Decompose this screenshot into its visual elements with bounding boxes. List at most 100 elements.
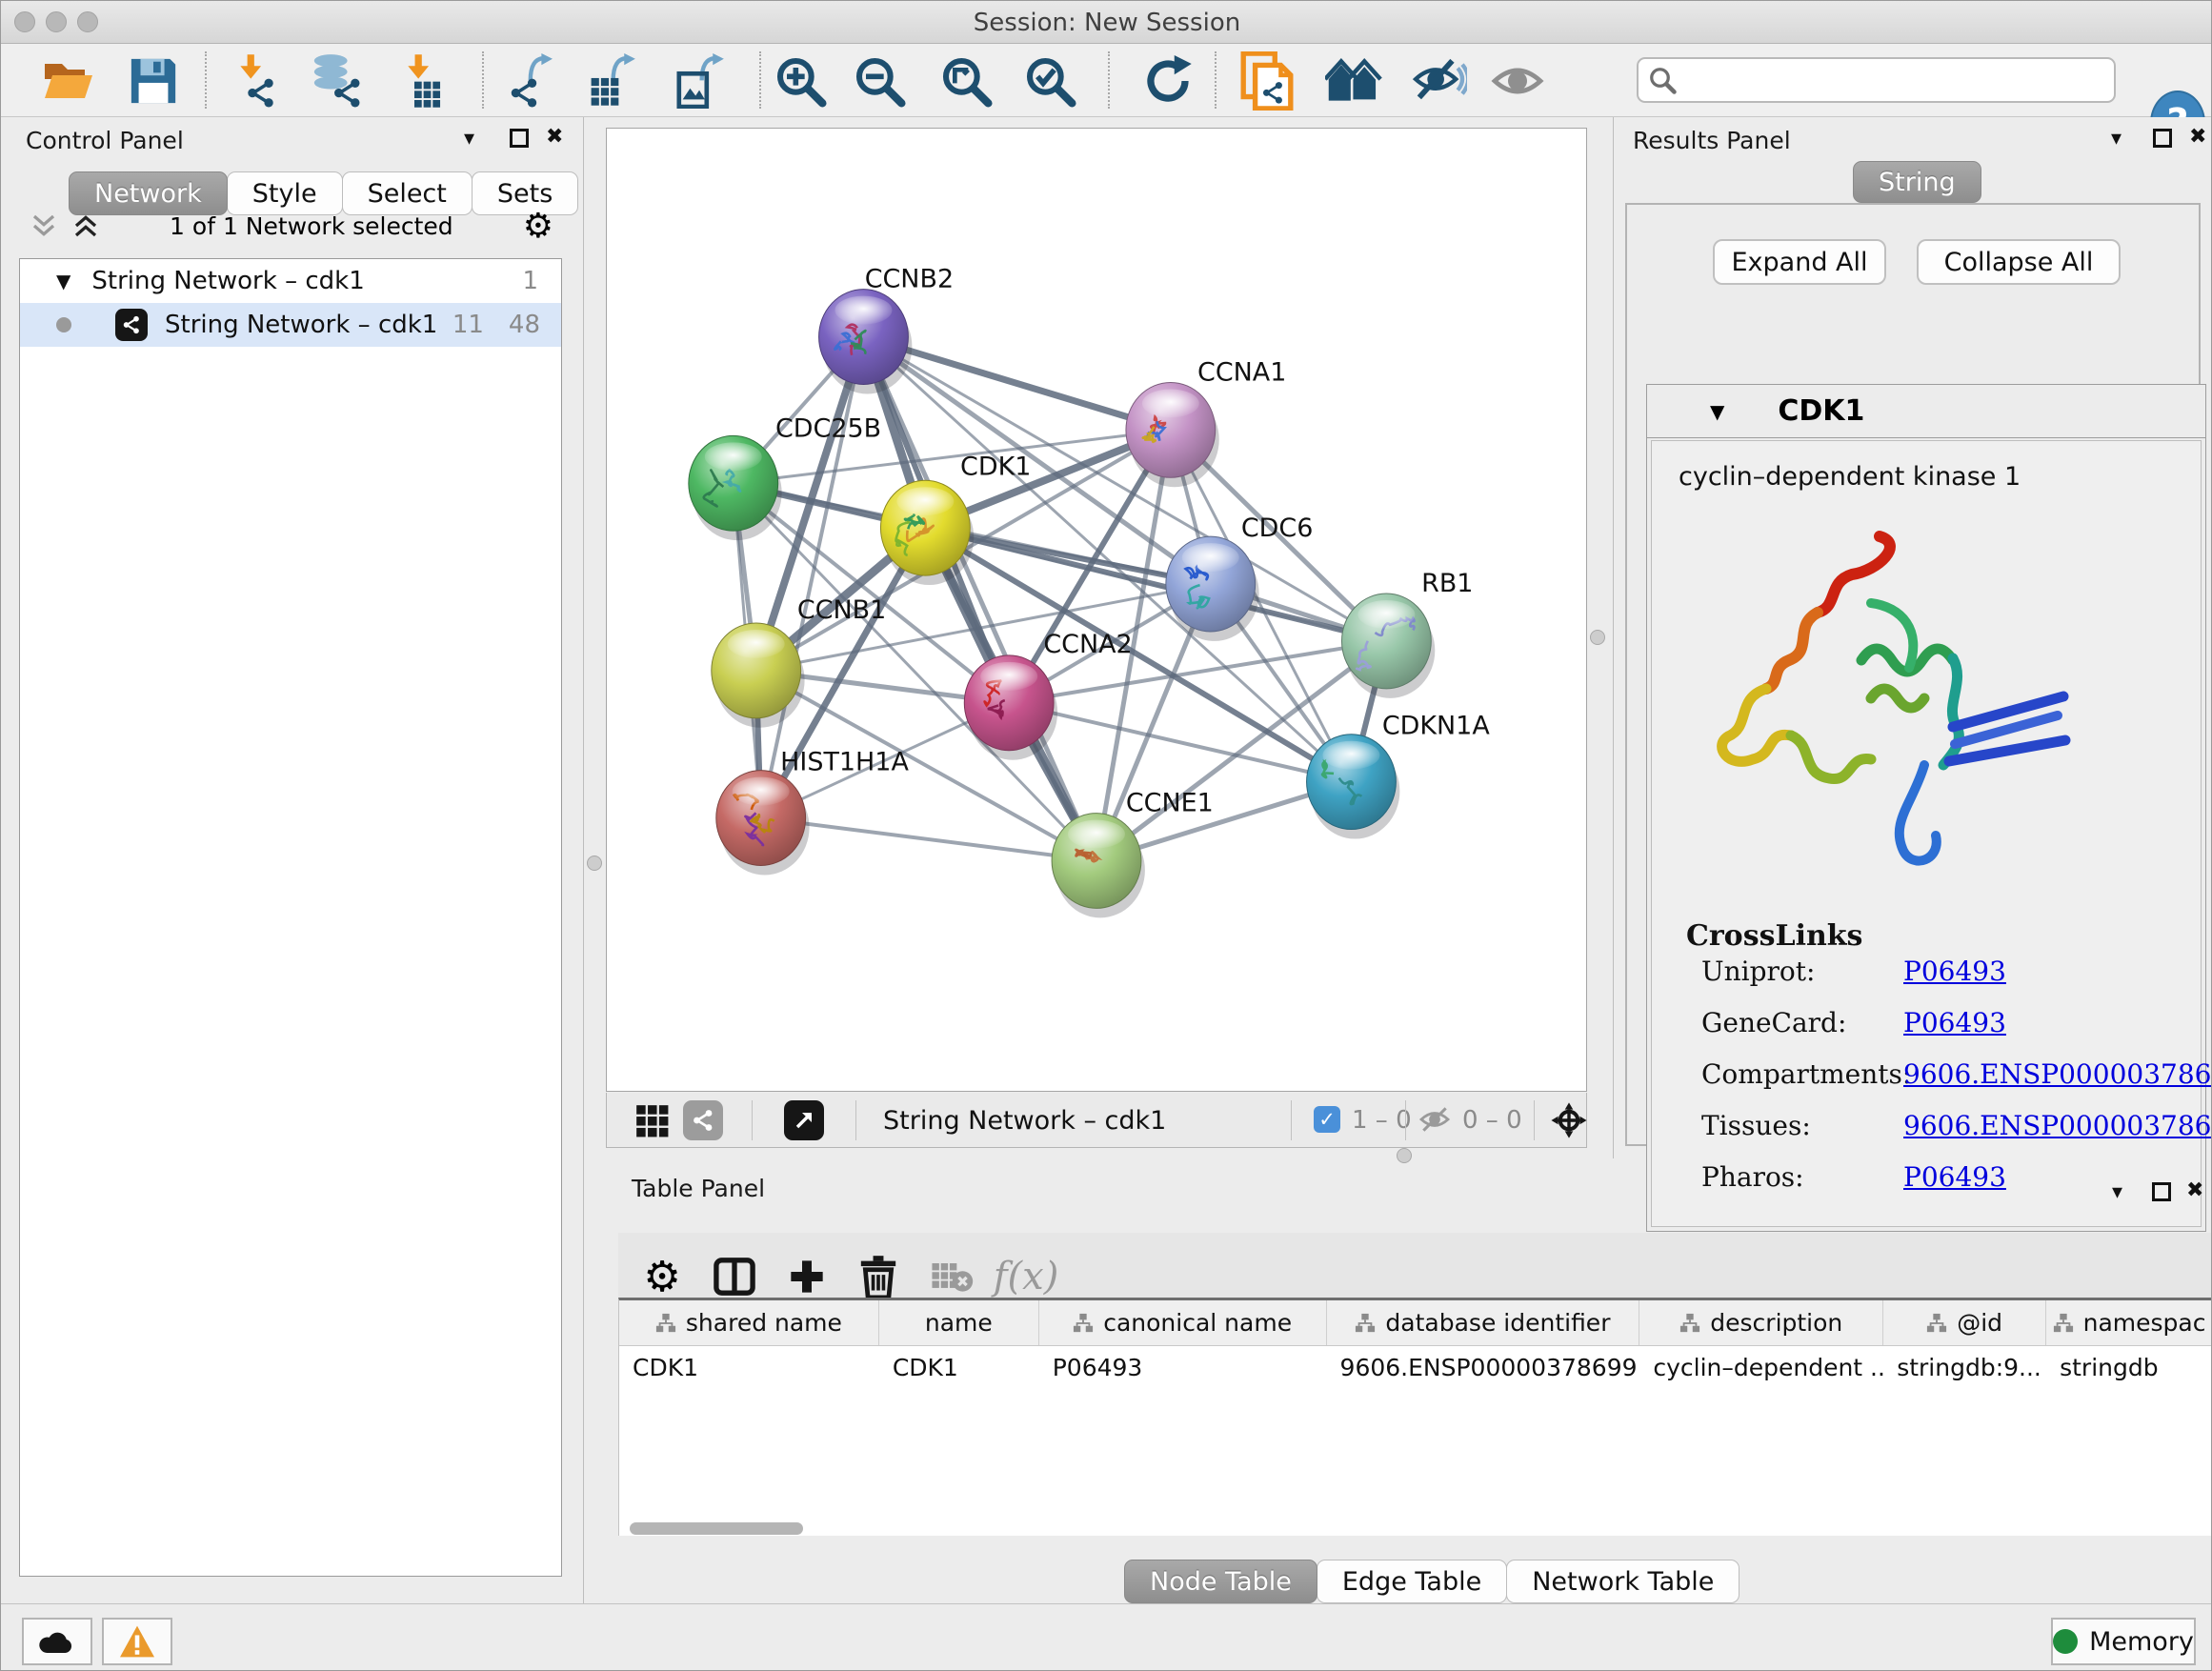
table-cell[interactable]: cyclin–dependent ... <box>1639 1346 1883 1392</box>
network-type-button[interactable] <box>683 1100 723 1140</box>
close-panel-icon[interactable]: ✖ <box>2186 1180 2203 1201</box>
column-header-namespac[interactable]: namespac <box>2046 1300 2212 1345</box>
refresh-icon <box>1142 55 1194 107</box>
selected-checkbox-icon[interactable]: ✓ <box>1314 1106 1340 1133</box>
toolbar-separator <box>855 1100 856 1140</box>
column-header-canonical-name[interactable]: canonical name <box>1039 1300 1327 1345</box>
status-bar: Memory <box>1 1603 2212 1671</box>
float-panel-icon[interactable] <box>510 129 529 148</box>
network-options-gear-icon[interactable]: ⚙ <box>523 207 553 246</box>
zoom-fit-button[interactable] <box>932 51 1000 111</box>
results-tab-string[interactable]: String <box>1853 161 1981 203</box>
panel-menu-icon[interactable]: ▾ <box>2111 129 2122 150</box>
tab-edge-table[interactable]: Edge Table <box>1317 1560 1507 1603</box>
crosslink-value-link[interactable]: 9606.ENSP00000378699 <box>1903 1058 2212 1090</box>
open-session-button[interactable] <box>33 51 102 111</box>
export-image-button[interactable] <box>667 51 735 111</box>
protein-structure-image <box>1684 515 2103 916</box>
toolbar-separator <box>1215 51 1217 109</box>
birds-eye-crosshair-icon[interactable] <box>1550 1101 1588 1139</box>
memory-button[interactable]: Memory <box>2051 1618 2196 1665</box>
table-cell[interactable]: CDK1 <box>619 1346 879 1392</box>
show-grid-button[interactable] <box>633 1102 670 1142</box>
warnings-button[interactable] <box>102 1618 172 1665</box>
create-column-button[interactable] <box>776 1250 837 1303</box>
apply-layout-button[interactable] <box>1134 51 1202 111</box>
delete-table-button[interactable] <box>921 1250 982 1303</box>
network-edge-CCNA2-CDKN1A[interactable] <box>1009 703 1351 782</box>
table-cell[interactable]: stringdb:9... <box>1883 1346 2046 1392</box>
crosslink-value-link[interactable]: P06493 <box>1903 1007 2006 1038</box>
table-cell[interactable]: 9606.ENSP00000378699 <box>1327 1346 1640 1392</box>
network-row[interactable]: String Network – cdk1 11 48 <box>20 303 561 347</box>
expand-all-button[interactable]: Expand All <box>1713 239 1886 285</box>
crosslink-value-link[interactable]: P06493 <box>1903 956 2006 987</box>
first-neighbors-button[interactable] <box>1319 51 1388 111</box>
entry-collapse-triangle-icon[interactable]: ▼ <box>1710 400 1724 423</box>
left-splitter-handle[interactable] <box>587 856 602 871</box>
import-network-from-database-button[interactable] <box>302 51 371 111</box>
panel-menu-icon[interactable]: ▾ <box>464 129 474 150</box>
hide-selected-button[interactable] <box>1405 51 1474 111</box>
show-columns-button[interactable] <box>704 1250 765 1303</box>
collection-expand-triangle-icon[interactable]: ▼ <box>56 270 70 292</box>
node-detail-body: cyclin–dependent kinase 1 <box>1651 440 2202 1227</box>
tab-network[interactable]: Network <box>69 171 228 215</box>
node-label-RB1: RB1 <box>1421 569 1473 598</box>
table-options-gear-icon[interactable]: ⚙ <box>632 1250 693 1303</box>
column-header-database-identifier[interactable]: database identifier <box>1327 1300 1640 1345</box>
float-panel-icon[interactable] <box>2153 129 2172 148</box>
tab-network-table[interactable]: Network Table <box>1506 1560 1739 1603</box>
panel-menu-icon[interactable]: ▾ <box>2112 1182 2122 1203</box>
import-network-file-button[interactable] <box>223 51 292 111</box>
node-gloss-highlight <box>1068 820 1125 849</box>
table-cell[interactable]: P06493 <box>1039 1346 1327 1392</box>
cloud-status-button[interactable] <box>22 1618 92 1665</box>
clone-network-button[interactable] <box>1233 51 1301 111</box>
zoom-selected-button[interactable] <box>1016 51 1084 111</box>
search-input[interactable] <box>1684 67 2104 93</box>
function-builder-button[interactable]: f(x) <box>995 1250 1056 1303</box>
collapse-all-icon[interactable] <box>30 211 58 240</box>
hide-eye-icon <box>1412 57 1467 105</box>
table-cell[interactable]: CDK1 <box>879 1346 1039 1392</box>
network-view-toolbar: String Network – cdk1 ✓ 1 – 0 0 – 0 <box>606 1093 1587 1148</box>
node-detail-header[interactable]: ▼ CDK1 <box>1647 385 2205 438</box>
crosslink-label: Tissues: <box>1701 1110 1903 1141</box>
network-collection-row[interactable]: ▼ String Network – cdk1 1 <box>20 259 561 303</box>
detach-view-button[interactable] <box>784 1100 824 1140</box>
import-table-file-button[interactable] <box>389 51 457 111</box>
export-network-button[interactable] <box>499 51 568 111</box>
network-edge-HIST1H1A-CCNE1[interactable] <box>761 818 1096 861</box>
save-session-button[interactable] <box>119 51 188 111</box>
zoom-in-button[interactable] <box>766 51 835 111</box>
column-header-name[interactable]: name <box>879 1300 1039 1345</box>
export-table-button[interactable] <box>578 51 647 111</box>
crosslink-value-link[interactable]: 9606.ENSP00000378699 <box>1903 1110 2212 1141</box>
delete-columns-button[interactable] <box>848 1250 909 1303</box>
table-cell[interactable]: stringdb <box>2046 1346 2212 1392</box>
hidden-node-edge-counts: 0 – 0 <box>1462 1106 1522 1135</box>
right-splitter-handle[interactable] <box>1590 630 1605 645</box>
tab-node-table[interactable]: Node Table <box>1124 1560 1317 1603</box>
zoom-fit-icon <box>939 54 993 108</box>
bottom-splitter-handle[interactable] <box>1397 1148 1412 1163</box>
node-table-data-row[interactable]: CDK1CDK1P064939606.ENSP00000378699cyclin… <box>619 1346 2212 1392</box>
network-edge-CCNB2-HIST1H1A[interactable] <box>761 337 864 818</box>
network-canvas[interactable]: CCNB2CCNA1CDC25BCDK1CDC6RB1CCNB1CCNA2CDK… <box>606 128 1587 1092</box>
close-panel-icon[interactable]: ✖ <box>546 127 563 148</box>
network-edge-CCNB2-CCNE1[interactable] <box>863 337 1096 861</box>
collapse-all-button[interactable]: Collapse All <box>1917 239 2121 285</box>
float-panel-icon[interactable] <box>2152 1182 2171 1201</box>
node-gloss-highlight <box>1323 741 1380 770</box>
zoom-out-button[interactable] <box>845 51 914 111</box>
column-header-@id[interactable]: @id <box>1883 1300 2046 1345</box>
column-header-description[interactable]: description <box>1639 1300 1883 1345</box>
expand-all-icon[interactable] <box>71 211 100 240</box>
close-panel-icon[interactable]: ✖ <box>2189 127 2206 148</box>
crosslink-value-link[interactable]: P06493 <box>1903 1161 2006 1193</box>
horizontal-scrollbar-thumb[interactable] <box>630 1522 803 1535</box>
string-results-container: Expand All Collapse All ▼ CDK1 cyclin–de… <box>1625 203 2201 1146</box>
show-all-button[interactable] <box>1483 51 1552 111</box>
column-header-shared-name[interactable]: shared name <box>619 1300 879 1345</box>
